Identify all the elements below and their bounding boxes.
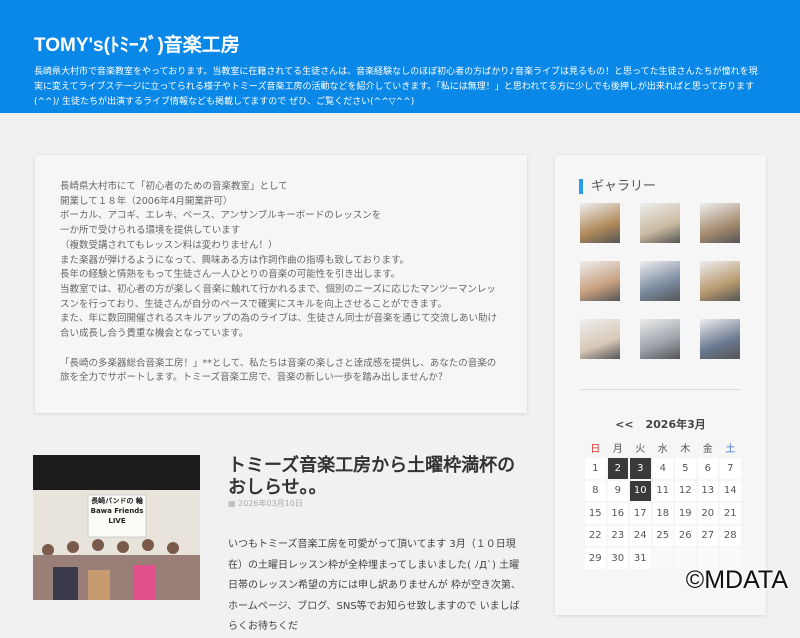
site-header: TOMY's(ﾄﾐｰｽﾞ)音楽工房 長崎県大村市で音楽教室をやっております。当教…	[0, 0, 800, 113]
post-excerpt: いつもトミーズ音楽工房を可愛がって頂いてます 3月（１０日現在）の土曜日レッスン…	[228, 539, 521, 632]
calendar-day: 29	[585, 548, 606, 569]
gallery-thumbnail[interactable]	[580, 319, 620, 359]
photo-banner-text: 長崎バンドの 輪 Bawa Friends LIVE	[90, 497, 144, 525]
post-date-text: 2026年03月10日	[238, 499, 303, 508]
watermark: ©MDATA	[685, 566, 788, 594]
weekday-label: 月	[612, 443, 623, 455]
intro-paragraph: 長崎県大村市にて「初心者のための音楽教室」として 開業して１８年（2006年4月…	[60, 181, 498, 340]
weekday-label: 金	[702, 443, 713, 455]
calendar-day: 25	[652, 525, 673, 546]
calendar-day: 23	[607, 525, 628, 546]
calendar-day: 18	[652, 503, 673, 524]
calendar-day: 15	[585, 503, 606, 524]
site-description: 長崎県大村市で音楽教室をやっております。当教室に在籍されてる生徒さんは、音楽経験…	[34, 67, 758, 107]
gallery-thumbnail[interactable]	[580, 203, 620, 243]
calendar-prev-link[interactable]: <<	[615, 418, 633, 431]
post-date: ▦ 2026年03月10日	[228, 498, 303, 509]
gallery-thumbnail[interactable]	[700, 319, 740, 359]
weekday-label: 水	[657, 443, 668, 455]
gallery-thumbnail[interactable]	[580, 261, 620, 301]
calendar-day[interactable]: 2	[607, 458, 628, 479]
calendar-day: 11	[652, 480, 673, 501]
calendar-day: 8	[585, 480, 606, 501]
calendar-day: 21	[720, 503, 741, 524]
intro-paragraph: 「長崎の多楽器総合音楽工房！」**として、私たちは音楽の楽しさと達成感を提供し、…	[60, 357, 497, 384]
weekday-label: 日	[590, 443, 601, 455]
site-title-link[interactable]: TOMY's(ﾄﾐｰｽﾞ)音楽工房	[34, 30, 766, 57]
calendar-day: 6	[697, 458, 718, 479]
calendar-day: 7	[720, 458, 741, 479]
calendar: 日月火水木金土 1 2 3 4 5 6 7 8 9 10 11 12 13 14 15 16 17 18 19 20 21…	[583, 436, 743, 571]
calendar-day[interactable]: 3	[630, 458, 651, 479]
calendar-day: 24	[630, 525, 651, 546]
gallery-title: ギャラリー	[579, 179, 656, 194]
post-thumbnail[interactable]: 長崎バンドの 輪 Bawa Friends LIVE	[33, 455, 200, 600]
post-title-link[interactable]: トミーズ音楽工房から土曜枠満杯のおしらせ。。	[228, 455, 533, 499]
calendar-day: 14	[720, 480, 741, 501]
gallery-thumbnail[interactable]	[700, 261, 740, 301]
gallery-thumbnail[interactable]	[700, 203, 740, 243]
calendar-day: 1	[585, 458, 606, 479]
calendar-day: 5	[675, 458, 696, 479]
weekday-label: 火	[635, 443, 646, 455]
calendar-day: 31	[630, 548, 651, 569]
weekday-label: 木	[680, 443, 691, 455]
calendar-day: 26	[675, 525, 696, 546]
calendar-day: 22	[585, 525, 606, 546]
calendar-day: 16	[607, 503, 628, 524]
calendar-day: 19	[675, 503, 696, 524]
calendar-day: 17	[630, 503, 651, 524]
calendar-month: 2026年3月	[645, 418, 706, 431]
calendar-day: 30	[607, 548, 628, 569]
calendar-day: 13	[697, 480, 718, 501]
calendar-header: << 2026年3月	[555, 416, 766, 432]
calendar-day[interactable]: 10	[630, 480, 651, 501]
calendar-day: 4	[652, 458, 673, 479]
divider	[580, 389, 741, 390]
gallery-thumbnail[interactable]	[640, 319, 680, 359]
sidebar: ギャラリー << 2026年3月 日月火水木金土 1 2 3 4 5 6 7 8 9 10 11 12 1…	[555, 155, 766, 615]
calendar-day: 20	[697, 503, 718, 524]
calendar-day: 28	[720, 525, 741, 546]
gallery-thumbnail[interactable]	[640, 203, 680, 243]
calendar-day: 9	[607, 480, 628, 501]
calendar-icon: ▦	[228, 499, 239, 508]
weekday-label: 土	[725, 443, 736, 455]
gallery-thumbnail[interactable]	[640, 261, 680, 301]
intro-card: 長崎県大村市にて「初心者のための音楽教室」として 開業して１８年（2006年4月…	[35, 155, 527, 413]
calendar-empty-cell	[652, 548, 673, 569]
calendar-day: 27	[697, 525, 718, 546]
gallery-grid	[580, 203, 740, 359]
calendar-day: 12	[675, 480, 696, 501]
